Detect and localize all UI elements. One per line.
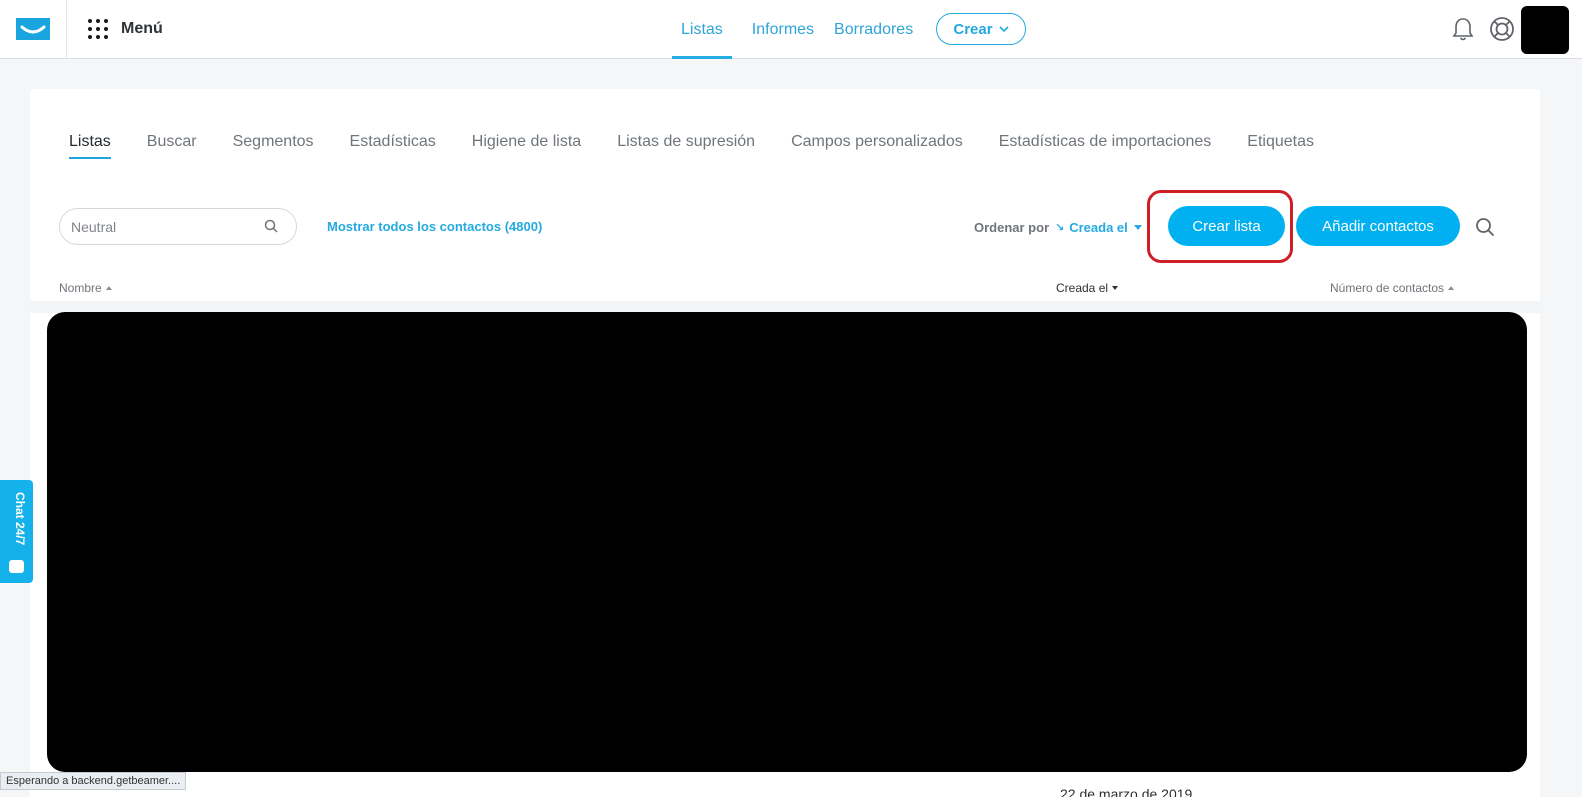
tab-estadisticas[interactable]: Estadísticas [350,133,436,159]
nav-borradores[interactable]: Borradores [834,0,913,59]
tab-higiene-de-lista[interactable]: Higiene de lista [472,133,581,159]
menu-label: Menú [121,20,163,37]
tab-etiquetas[interactable]: Etiquetas [1247,133,1314,159]
add-contacts-button[interactable]: Añadir contactos [1296,206,1460,246]
order-by-label: Ordenar por [974,220,1050,235]
chat-label: Chat 24/7 [13,492,27,546]
help-lifebuoy-icon[interactable] [1489,16,1515,42]
sort-direction-icon: ↘ [1055,222,1065,234]
highlight-annotation-ring [1147,190,1293,263]
envelope-logo-icon[interactable] [16,18,50,40]
tab-campos-personalizados[interactable]: Campos personalizados [791,133,963,159]
tab-buscar[interactable]: Buscar [147,133,197,159]
sort-up-icon [105,286,112,290]
lists-card: Listas Buscar Segmentos Estadísticas Hig… [30,89,1540,797]
partial-row-date: 22 de marzo de 2019 [1060,786,1193,797]
column-label: Nombre [59,281,102,295]
sub-tabs: Listas Buscar Segmentos Estadísticas Hig… [69,133,1350,159]
column-header-numero-contactos[interactable]: Número de contactos [1330,281,1455,295]
nav-listas[interactable]: Listas [672,0,732,59]
chevron-down-icon [999,26,1009,33]
sort-down-icon [1112,286,1119,290]
sort-up-icon [1448,286,1455,290]
chat-tab[interactable]: Chat 24/7 [0,480,33,583]
tab-listas[interactable]: Listas [69,133,111,159]
create-dropdown-button[interactable]: Crear [936,13,1026,45]
caret-down-icon [1133,225,1142,230]
browser-status-bar: Esperando a backend.getbeamer.... [0,772,187,790]
tab-listas-de-supresion[interactable]: Listas de supresión [617,133,755,159]
column-header-creada-el[interactable]: Creada el [1056,281,1119,295]
main-nav: Listas Informes Borradores [672,0,933,59]
header-divider [66,0,67,59]
list-search-input[interactable] [71,209,251,244]
chat-bubble-icon [9,560,24,573]
tab-estadisticas-de-importaciones[interactable]: Estadísticas de importaciones [999,133,1212,159]
column-label: Número de contactos [1330,281,1445,295]
menu-button[interactable]: Menú [88,18,163,40]
top-navigation-bar: Menú Listas Informes Borradores Crear [0,0,1582,59]
search-icon[interactable] [264,219,278,233]
column-label: Creada el [1056,281,1109,295]
tab-segmentos[interactable]: Segmentos [233,133,314,159]
order-by-value: Creada el [1069,220,1128,235]
list-search-box [59,208,297,245]
order-by-select[interactable]: ↘ Creada el [1055,220,1142,235]
redacted-list-rows [47,312,1527,772]
show-all-contacts-link[interactable]: Mostrar todos los contactos (4800) [327,219,542,234]
user-avatar-redacted[interactable] [1521,6,1569,54]
nav-informes[interactable]: Informes [752,0,814,59]
grid-menu-icon [88,19,108,39]
column-header-nombre[interactable]: Nombre [59,281,112,295]
search-icon[interactable] [1475,217,1495,237]
bell-icon[interactable] [1451,16,1475,42]
create-label: Crear [953,20,993,38]
